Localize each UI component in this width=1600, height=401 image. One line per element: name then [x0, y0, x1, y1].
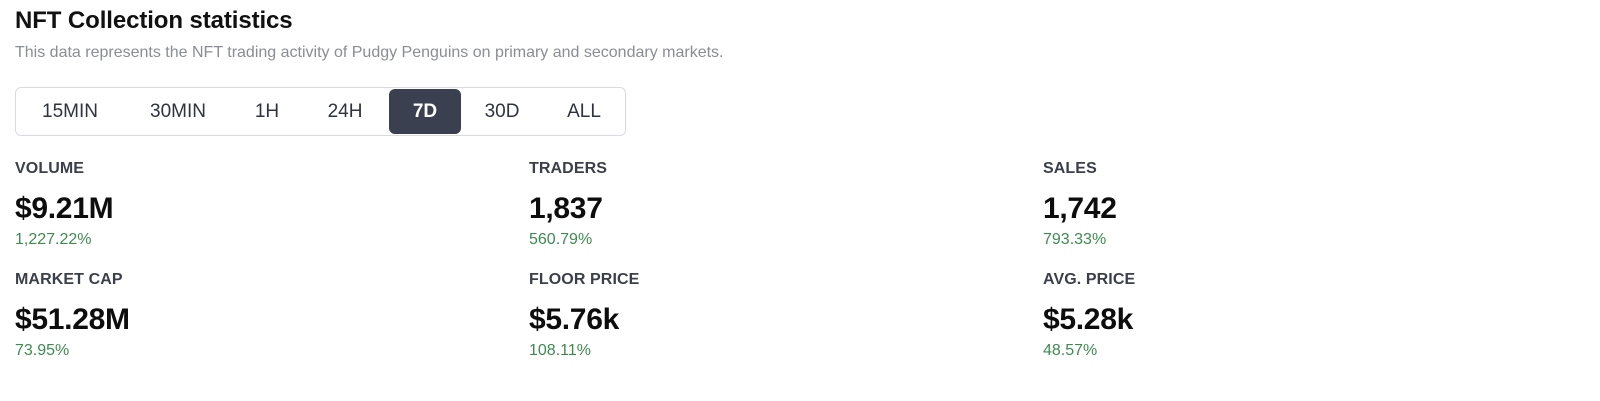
tab-30min[interactable]: 30MIN [123, 89, 233, 134]
stat-value: 1,837 [529, 192, 603, 225]
nft-stats-panel: NFT Collection statistics This data repr… [0, 0, 1600, 401]
tab-1h[interactable]: 1H [233, 89, 301, 134]
tab-30d[interactable]: 30D [461, 89, 543, 134]
stat-label: FLOOR PRICE [529, 271, 640, 288]
stat-floor-price: FLOOR PRICE $5.76k 108.11% [529, 271, 639, 360]
stat-change: 73.95% [15, 342, 70, 359]
stat-label: SALES [1043, 160, 1097, 177]
stat-value: $9.21M [15, 192, 114, 225]
stat-label: VOLUME [15, 160, 85, 177]
stat-volume: VOLUME $9.21M 1,227.22% [15, 160, 114, 249]
stat-change: 48.57% [1043, 342, 1098, 359]
stat-value: $5.28k [1043, 303, 1133, 336]
stat-market-cap: MARKET CAP $51.28M 73.95% [15, 271, 130, 360]
stat-sales: SALES 1,742 793.33% [1043, 160, 1117, 249]
stat-change: 793.33% [1043, 231, 1107, 248]
time-range-selector: 15MIN 30MIN 1H 24H 7D 30D ALL [15, 87, 626, 136]
stat-label: MARKET CAP [15, 271, 123, 288]
tab-7d[interactable]: 7D [389, 89, 461, 134]
stat-change: 1,227.22% [15, 231, 92, 248]
stat-label: TRADERS [529, 160, 608, 177]
stat-label: AVG. PRICE [1043, 271, 1136, 288]
stat-change: 108.11% [529, 342, 591, 359]
stat-value: $5.76k [529, 303, 619, 336]
tab-all[interactable]: ALL [543, 89, 625, 134]
stat-traders: TRADERS 1,837 560.79% [529, 160, 607, 249]
tab-15min[interactable]: 15MIN [17, 89, 123, 134]
stat-avg-price: AVG. PRICE $5.28k 48.57% [1043, 271, 1135, 360]
tab-24h[interactable]: 24H [301, 89, 389, 134]
stat-value: 1,742 [1043, 192, 1117, 225]
page-title: NFT Collection statistics [15, 7, 293, 34]
page-subtitle: This data represents the NFT trading act… [15, 44, 724, 61]
stat-change: 560.79% [529, 231, 593, 248]
stat-value: $51.28M [15, 303, 130, 336]
